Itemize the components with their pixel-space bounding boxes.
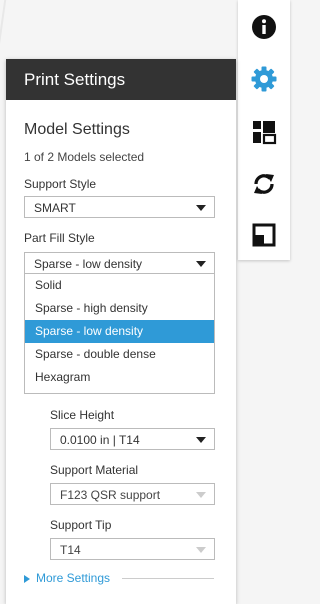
background-line <box>0 0 7 60</box>
part-fill-select[interactable]: Sparse - low density <box>24 252 215 274</box>
part-fill-label: Part Fill Style <box>24 231 95 245</box>
more-settings-link[interactable]: More Settings <box>24 571 110 585</box>
layout-icon[interactable] <box>250 118 278 146</box>
dropdown-option-sparse-low[interactable]: Sparse - low density <box>25 320 214 343</box>
support-style-value: SMART <box>34 201 76 215</box>
support-tip-select[interactable]: T14 <box>50 538 215 560</box>
chevron-down-icon <box>196 261 206 267</box>
panel-title: Print Settings <box>6 59 236 100</box>
slice-height-value: 0.0100 in | T14 <box>60 433 140 447</box>
part-fill-value: Sparse - low density <box>34 257 143 271</box>
support-material-select[interactable]: F123 QSR support <box>50 483 215 505</box>
chevron-down-icon <box>196 492 206 498</box>
right-toolbar <box>238 0 290 260</box>
scale-icon[interactable] <box>250 221 278 249</box>
divider <box>122 578 214 579</box>
part-fill-dropdown-list: Solid Sparse - high density Sparse - low… <box>24 274 215 394</box>
dropdown-option-solid[interactable]: Solid <box>25 274 214 297</box>
dropdown-option-double-dense[interactable]: Sparse - double dense <box>25 343 214 366</box>
support-style-label: Support Style <box>24 177 97 191</box>
print-settings-panel: Print Settings Model Settings 1 of 2 Mod… <box>6 59 236 604</box>
more-settings-label: More Settings <box>36 571 111 585</box>
chevron-down-icon <box>196 547 206 553</box>
dropdown-option-sparse-high[interactable]: Sparse - high density <box>25 297 214 320</box>
info-icon[interactable] <box>250 13 278 41</box>
section-title: Model Settings <box>24 121 130 138</box>
gear-icon[interactable] <box>250 65 278 93</box>
support-tip-value: T14 <box>60 543 81 557</box>
dropdown-option-hexagram[interactable]: Hexagram <box>25 366 214 389</box>
chevron-down-icon <box>196 205 206 211</box>
support-tip-label: Support Tip <box>50 518 112 532</box>
triangle-right-icon <box>24 574 30 583</box>
chevron-down-icon <box>196 437 206 443</box>
rotate-icon[interactable] <box>250 170 278 198</box>
support-material-value: F123 QSR support <box>60 488 161 502</box>
slice-height-label: Slice Height <box>50 408 115 422</box>
support-material-label: Support Material <box>50 463 139 477</box>
support-style-select[interactable]: SMART <box>24 196 215 218</box>
models-selected-text: 1 of 2 Models selected <box>24 150 145 164</box>
slice-height-select[interactable]: 0.0100 in | T14 <box>50 428 215 450</box>
